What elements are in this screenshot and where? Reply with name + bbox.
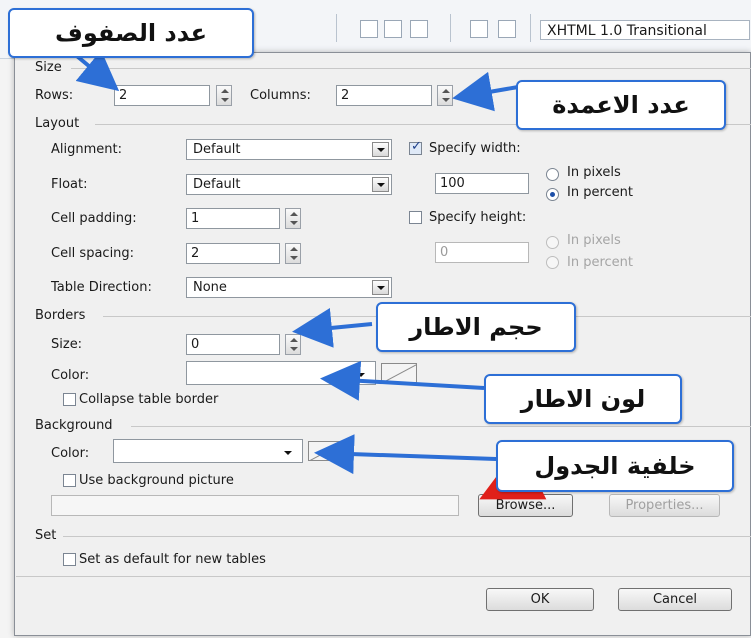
arrow-to-columns (452, 71, 519, 112)
callout-columns-count: عدد الاعمدة (516, 80, 726, 130)
arrow-to-border-color (320, 360, 485, 401)
arrow-to-border-size (292, 307, 373, 348)
callout-table-background: خلفية الجدول (496, 440, 734, 492)
callout-rows-count: عدد الصفوف (8, 8, 254, 58)
callout-border-size: حجم الاطار (376, 302, 576, 352)
callout-border-color: لون الاطار (484, 374, 682, 424)
arrow-to-background-color (314, 434, 497, 475)
